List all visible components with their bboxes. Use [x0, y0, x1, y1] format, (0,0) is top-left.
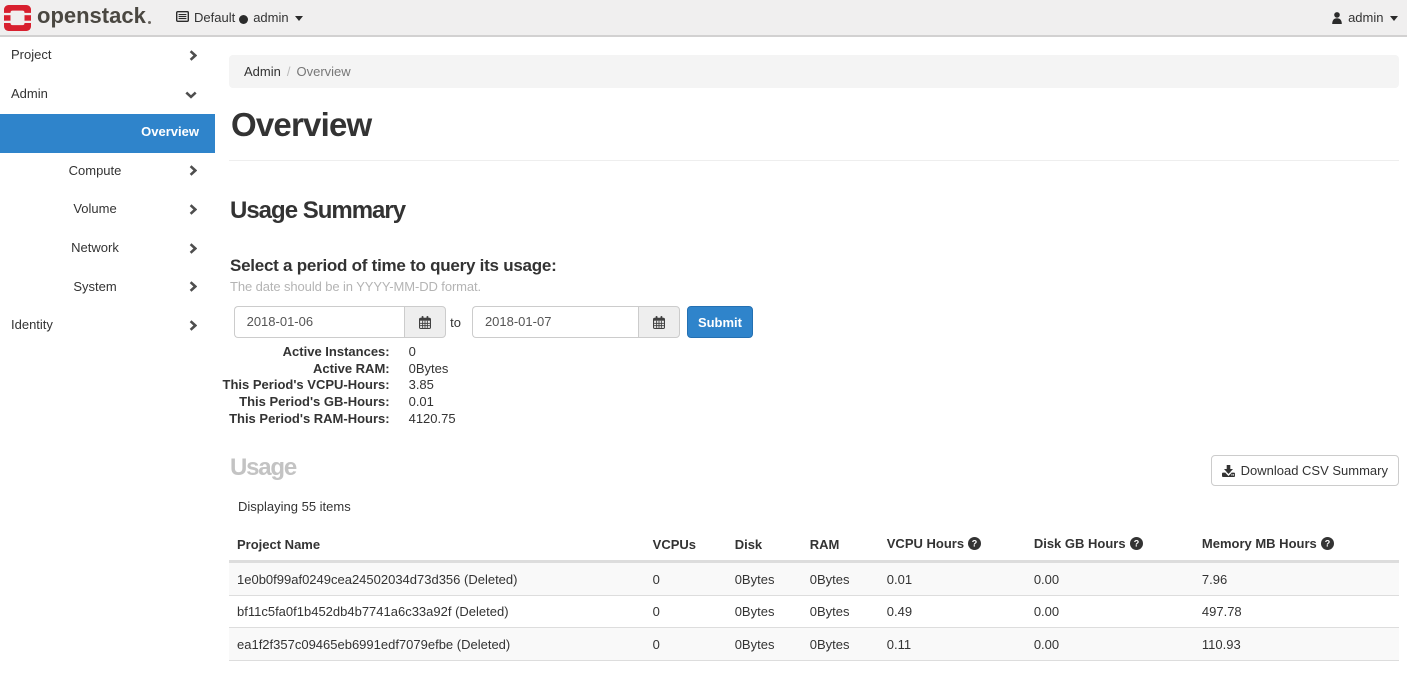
- svg-text:?: ?: [972, 539, 978, 549]
- svg-text:?: ?: [1325, 539, 1331, 549]
- svg-text:?: ?: [1133, 539, 1139, 549]
